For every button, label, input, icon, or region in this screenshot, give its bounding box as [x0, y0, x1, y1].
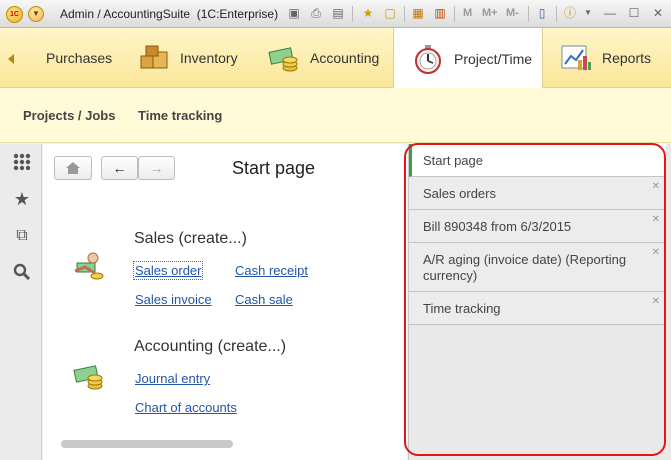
section-label: Accounting: [310, 50, 380, 66]
section-accounting[interactable]: Accounting: [268, 28, 379, 88]
sales-order-link[interactable]: Sales order: [132, 261, 204, 280]
open-window-item-ar-aging[interactable]: A/R aging (invoice date) (Reporting curr…: [409, 243, 666, 292]
sales-group-title: Sales (create...): [134, 230, 247, 247]
section-label: Inventory: [180, 50, 238, 66]
save-icon[interactable]: ▣: [286, 5, 302, 21]
open-window-item-sales-orders[interactable]: Sales orders ✕: [409, 177, 666, 210]
close-window-icon[interactable]: ✕: [652, 214, 660, 225]
title-bar: 1C ▼ Admin / AccountingSuite (1C:Enterpr…: [0, 0, 671, 28]
memory-plus-button[interactable]: M+: [482, 7, 498, 19]
search-icon[interactable]: [10, 260, 34, 284]
projects-jobs-link[interactable]: Projects / Jobs: [23, 108, 115, 123]
window-title: Admin / AccountingSuite (1C:Enterprise): [60, 7, 279, 21]
start-page-content: ← → Start page Sales (create...) Sales o…: [43, 144, 407, 460]
time-tracking-link[interactable]: Time tracking: [138, 108, 222, 123]
app-logo-icon: 1C: [6, 6, 23, 23]
section-purchases[interactable]: Purchases: [20, 28, 112, 88]
tools-panel: ★ ⧉: [0, 144, 42, 460]
toolbar-divider: [404, 6, 405, 22]
toolbar-divider: [454, 6, 455, 22]
accounting-group-title: Accounting (create...): [134, 338, 287, 355]
home-button[interactable]: [54, 156, 92, 180]
section-inventory[interactable]: Inventory: [138, 28, 238, 88]
inventory-boxes-icon: [138, 42, 170, 74]
info-icon[interactable]: ⓘ: [562, 5, 578, 21]
add-to-favorites-icon[interactable]: ★: [360, 5, 376, 21]
history-icon[interactable]: ⧉: [10, 224, 34, 248]
section-label: Project/Time: [454, 50, 533, 67]
section-commands-panel: Projects / Jobs Time tracking: [0, 88, 671, 143]
calendar-icon[interactable]: ▥: [432, 5, 448, 21]
toolbar-divider: [556, 6, 557, 22]
open-window-label: Start page: [423, 153, 483, 168]
stopwatch-icon: [412, 43, 444, 75]
info-menu-chevron-down-icon[interactable]: ▼: [580, 5, 596, 21]
panels-layout-icon[interactable]: ▯: [534, 5, 550, 21]
open-windows-panel: Start page Sales orders ✕ Bill 890348 fr…: [408, 144, 671, 460]
memory-button[interactable]: M: [463, 7, 472, 19]
open-window-item-start-page[interactable]: Start page: [409, 144, 666, 177]
open-window-label: Bill 890348 from 6/3/2015: [423, 219, 572, 234]
print-preview-icon[interactable]: ▤: [330, 5, 346, 21]
toolbar-divider: [528, 6, 529, 22]
open-window-item-bill[interactable]: Bill 890348 from 6/3/2015 ✕: [409, 210, 666, 243]
star-icon[interactable]: ★: [10, 187, 34, 211]
journal-entry-link[interactable]: Journal entry: [135, 371, 210, 386]
close-window-icon[interactable]: ✕: [652, 296, 660, 307]
sections-bar: Purchases Inventory Accounting Project/T…: [0, 28, 671, 89]
sales-invoice-link[interactable]: Sales invoice: [135, 292, 212, 307]
sales-handshake-icon: [73, 249, 105, 281]
memory-minus-button[interactable]: M-: [506, 7, 519, 19]
cash-sale-link[interactable]: Cash sale: [235, 292, 293, 307]
print-icon[interactable]: ⎙: [308, 5, 324, 21]
grid-menu-icon[interactable]: [10, 150, 34, 174]
maximize-icon[interactable]: ☐: [626, 5, 642, 21]
chart-of-accounts-link[interactable]: Chart of accounts: [135, 400, 237, 415]
main-menu-button[interactable]: ▼: [28, 6, 44, 22]
horizontal-scrollbar[interactable]: [61, 440, 233, 448]
page-title: Start page: [232, 158, 316, 178]
scroll-left-icon[interactable]: [8, 54, 14, 64]
forward-button[interactable]: →: [138, 156, 175, 180]
close-window-icon[interactable]: ✕: [652, 247, 660, 258]
open-window-label: Time tracking: [423, 301, 501, 316]
open-window-label: Sales orders: [423, 186, 496, 201]
section-label: Purchases: [46, 50, 113, 66]
section-reports[interactable]: Reports: [560, 28, 651, 88]
open-window-label: A/R aging (invoice date) (Reporting curr…: [423, 252, 627, 283]
section-project-time[interactable]: Project/Time: [393, 28, 543, 89]
cash-receipt-link[interactable]: Cash receipt: [235, 263, 308, 278]
link-icon[interactable]: ▢: [382, 5, 398, 21]
close-window-icon[interactable]: ✕: [652, 181, 660, 192]
accounting-money-icon: [73, 360, 105, 392]
reports-chart-icon: [560, 42, 592, 74]
toolbar-divider: [352, 6, 353, 22]
accounting-money-icon: [268, 42, 300, 74]
home-icon: [66, 162, 80, 174]
open-window-item-time-tracking[interactable]: Time tracking ✕: [409, 292, 666, 325]
section-label: Reports: [602, 50, 652, 66]
close-icon[interactable]: ✕: [650, 5, 666, 21]
minimize-icon[interactable]: —: [602, 5, 618, 21]
back-button[interactable]: ←: [101, 156, 138, 180]
calculator-icon[interactable]: ▦: [410, 5, 426, 21]
